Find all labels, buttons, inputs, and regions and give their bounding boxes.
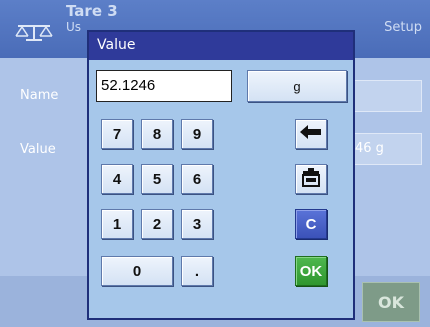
key-9[interactable]: 9 (181, 119, 213, 149)
background-ok-button[interactable]: OK (362, 282, 420, 322)
unit-button[interactable]: g (247, 70, 347, 102)
value-dialog: Value 52.1246 g 7 8 9 4 5 6 1 2 3 0 . C … (87, 30, 355, 320)
balance-scale-icon (14, 22, 54, 46)
key-4[interactable]: 4 (101, 164, 133, 194)
ok-button[interactable]: OK (295, 256, 327, 286)
screen-subtitle: Us (66, 20, 82, 34)
screen-title: Tare 3 (66, 2, 118, 20)
key-6[interactable]: 6 (181, 164, 213, 194)
name-field[interactable] (350, 80, 422, 112)
name-label: Name (20, 88, 59, 103)
value-field[interactable]: 46 g (350, 133, 422, 165)
tare-button[interactable] (295, 164, 327, 194)
value-input[interactable]: 52.1246 (96, 70, 232, 102)
key-8[interactable]: 8 (141, 119, 173, 149)
left-arrow-icon (300, 125, 322, 143)
key-1[interactable]: 1 (101, 209, 133, 239)
clear-button[interactable]: C (295, 209, 327, 239)
key-7[interactable]: 7 (101, 119, 133, 149)
value-label: Value (20, 142, 56, 157)
scale-tare-icon (301, 167, 321, 191)
dialog-title: Value (89, 32, 353, 60)
key-0[interactable]: 0 (101, 256, 173, 286)
backspace-button[interactable] (295, 119, 327, 149)
key-5[interactable]: 5 (141, 164, 173, 194)
key-2[interactable]: 2 (141, 209, 173, 239)
key-3[interactable]: 3 (181, 209, 213, 239)
setup-label: Setup (384, 20, 422, 35)
key-decimal-point[interactable]: . (181, 256, 213, 286)
